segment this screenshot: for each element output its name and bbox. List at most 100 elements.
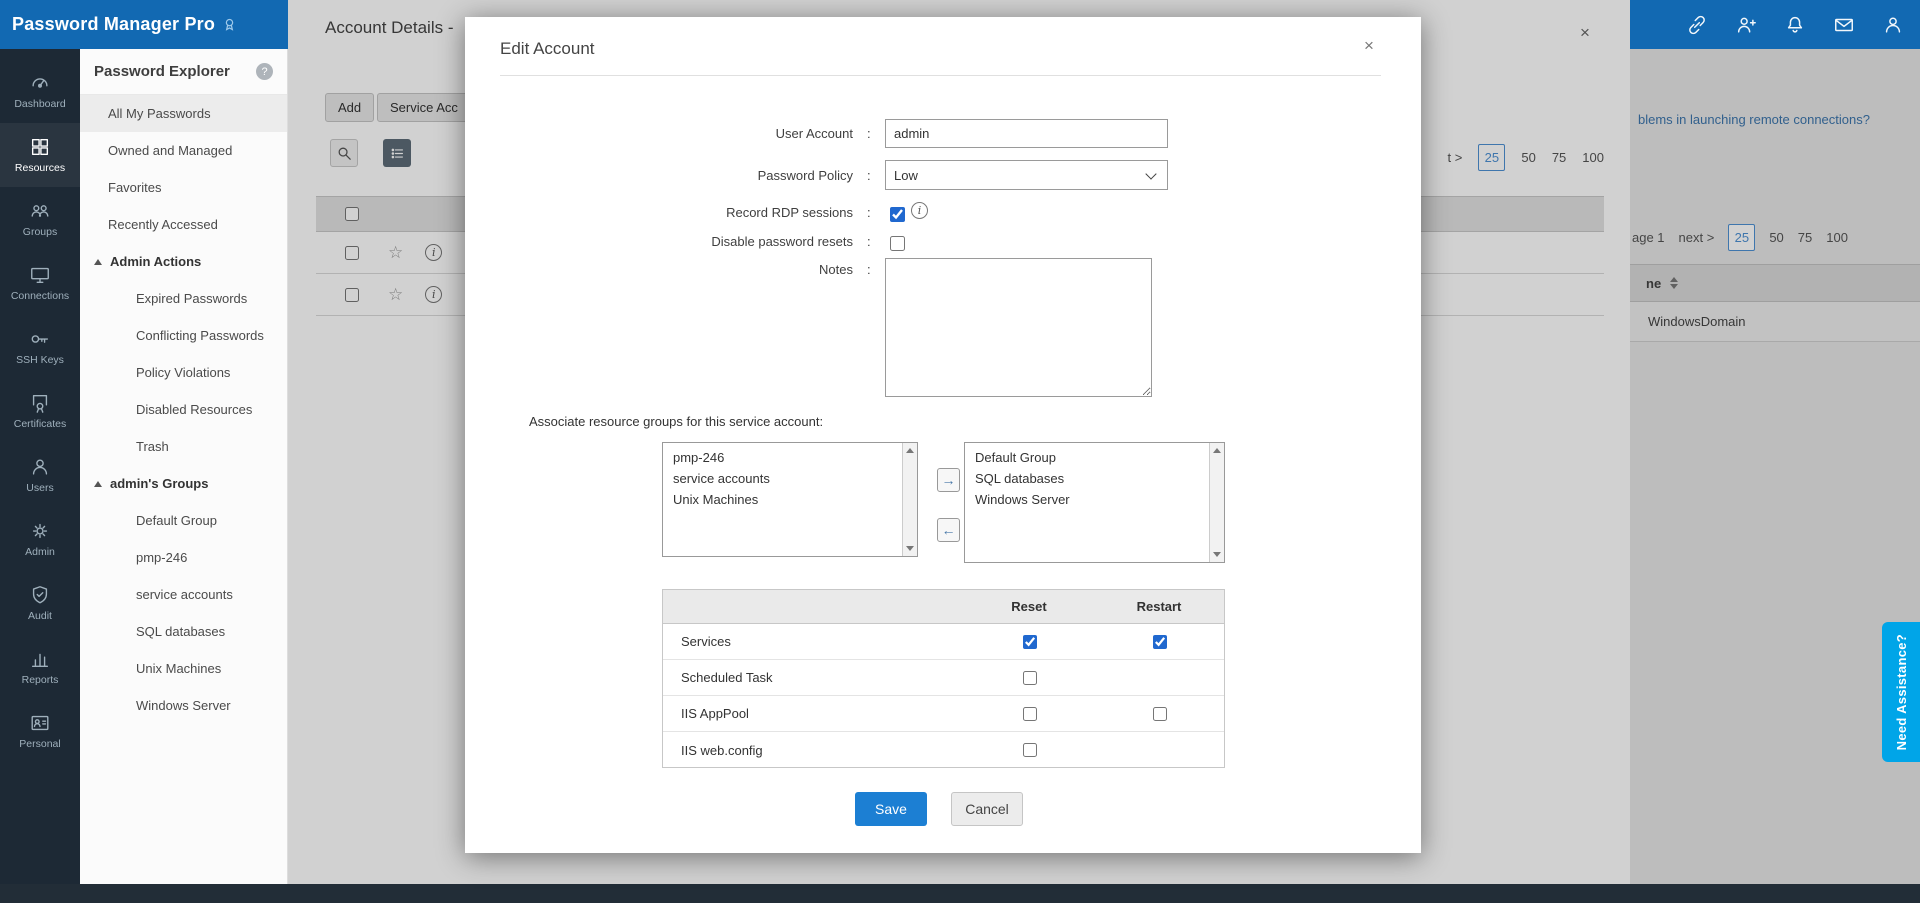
explorer-item-recently-accessed[interactable]: Recently Accessed — [80, 206, 287, 243]
available-groups-listbox[interactable]: pmp-246 service accounts Unix Machines — [662, 442, 918, 557]
favorite-star-icon[interactable]: ☆ — [388, 244, 403, 261]
help-icon[interactable]: ? — [256, 63, 273, 80]
iis-webconfig-reset-checkbox[interactable] — [1022, 743, 1037, 757]
page-size-25[interactable]: 25 — [1478, 143, 1506, 171]
close-icon[interactable]: × — [1358, 35, 1380, 57]
footer-bar — [0, 884, 1920, 903]
add-user-icon[interactable] — [1735, 14, 1757, 36]
explorer-item-unix-machines[interactable]: Unix Machines — [80, 650, 287, 687]
sidebar-item-dashboard[interactable]: Dashboard — [0, 59, 80, 123]
info-icon[interactable]: i — [425, 286, 443, 303]
restart-column-header: Restart — [1136, 599, 1182, 614]
iis-apppool-reset-checkbox[interactable] — [1022, 706, 1037, 721]
add-button[interactable]: Add — [325, 93, 375, 122]
selected-groups-listbox[interactable]: Default Group SQL databases Windows Serv… — [964, 442, 1225, 563]
panel-pagination: t > 25 50 75 100 — [1448, 143, 1604, 171]
notes-textarea[interactable] — [885, 258, 1152, 397]
move-left-button[interactable]: ← — [937, 518, 960, 542]
select-all-checkbox[interactable] — [345, 207, 359, 221]
sidebar-item-ssh-keys[interactable]: SSH Keys — [0, 315, 80, 379]
record-rdp-checkbox[interactable] — [890, 207, 905, 222]
scroll-up-icon[interactable] — [906, 448, 914, 453]
sidebar-item-connections[interactable]: Connections — [0, 251, 80, 315]
page-size-100[interactable]: 100 — [1826, 230, 1848, 245]
page-size-50[interactable]: 50 — [1521, 150, 1535, 165]
explorer-item-owned-and-managed[interactable]: Owned and Managed — [80, 132, 287, 169]
cancel-button[interactable]: Cancel — [951, 792, 1023, 826]
scrollbar[interactable] — [1209, 443, 1224, 562]
topbar-icon-group — [1686, 0, 1904, 49]
sidebar-item-audit[interactable]: Audit — [0, 571, 80, 635]
favorite-star-icon[interactable]: ☆ — [388, 286, 403, 303]
info-icon[interactable]: i — [425, 244, 443, 261]
listbox-option[interactable]: pmp-246 — [663, 447, 901, 468]
explorer-item-sql-databases[interactable]: SQL databases — [80, 613, 287, 650]
next-link[interactable]: next > — [1679, 230, 1715, 245]
explorer-item-service-accounts[interactable]: service accounts — [80, 576, 287, 613]
row-checkbox[interactable] — [345, 245, 359, 260]
explorer-item-favorites[interactable]: Favorites — [80, 169, 287, 206]
background-page-strip: blems in launching remote connections? a… — [1630, 49, 1920, 884]
explorer-item-conflicting-passwords[interactable]: Conflicting Passwords — [80, 317, 287, 354]
password-policy-select[interactable]: Low — [886, 161, 1167, 189]
page-size-75[interactable]: 75 — [1798, 230, 1812, 245]
sidebar-item-certificates[interactable]: Certificates — [0, 379, 80, 443]
list-view-button[interactable] — [383, 139, 411, 167]
mail-icon[interactable] — [1833, 14, 1855, 36]
sort-arrows-icon[interactable] — [1670, 277, 1679, 289]
scrollbar[interactable] — [902, 443, 917, 556]
collapse-caret-icon — [94, 258, 102, 265]
page-size-25[interactable]: 25 — [1728, 224, 1756, 251]
scheduled-task-reset-checkbox[interactable] — [1022, 670, 1037, 685]
listbox-option[interactable]: Windows Server — [965, 489, 1208, 510]
explorer-item-windows-server[interactable]: Windows Server — [80, 687, 287, 724]
explorer-item-disabled-resources[interactable]: Disabled Resources — [80, 391, 287, 428]
listbox-option[interactable]: Unix Machines — [663, 489, 901, 510]
sidebar-item-reports[interactable]: Reports — [0, 635, 80, 699]
explorer-item-policy-violations[interactable]: Policy Violations — [80, 354, 287, 391]
explorer-item-trash[interactable]: Trash — [80, 428, 287, 465]
services-reset-checkbox[interactable] — [1022, 634, 1037, 649]
page-size-50[interactable]: 50 — [1769, 230, 1783, 245]
password-policy-select-wrap: Low — [885, 160, 1168, 190]
explorer-group-admins-groups[interactable]: admin's Groups — [80, 465, 287, 502]
sidebar-item-resources[interactable]: Resources — [0, 123, 80, 187]
bell-icon[interactable] — [1784, 14, 1806, 36]
explorer-item-expired-passwords[interactable]: Expired Passwords — [80, 280, 287, 317]
personal-card-icon — [31, 715, 49, 731]
main-sidebar: Dashboard Resources Groups Connections S… — [0, 49, 80, 903]
remote-connections-help-link[interactable]: blems in launching remote connections? — [1638, 112, 1870, 127]
explorer-item-pmp-246[interactable]: pmp-246 — [80, 539, 287, 576]
save-button[interactable]: Save — [855, 792, 927, 826]
need-assistance-tab[interactable]: Need Assistance? — [1882, 622, 1920, 762]
sidebar-item-admin[interactable]: Admin — [0, 507, 80, 571]
scroll-down-icon[interactable] — [1213, 552, 1221, 557]
info-icon[interactable]: i — [911, 202, 928, 219]
row-checkbox[interactable] — [345, 287, 359, 302]
search-button[interactable] — [330, 139, 358, 167]
explorer-item-all-my-passwords[interactable]: All My Passwords — [80, 95, 287, 132]
explorer-group-admin-actions[interactable]: Admin Actions — [80, 243, 287, 280]
page-size-100[interactable]: 100 — [1582, 150, 1604, 165]
explorer-item-default-group[interactable]: Default Group — [80, 502, 287, 539]
listbox-option[interactable]: Default Group — [965, 447, 1208, 468]
scroll-up-icon[interactable] — [1213, 448, 1221, 453]
disable-resets-checkbox[interactable] — [890, 236, 905, 251]
user-icon[interactable] — [1882, 14, 1904, 36]
listbox-option[interactable]: service accounts — [663, 468, 901, 489]
sidebar-item-groups[interactable]: Groups — [0, 187, 80, 251]
sidebar-item-users[interactable]: Users — [0, 443, 80, 507]
iis-apppool-restart-checkbox[interactable] — [1152, 706, 1167, 721]
link-icon[interactable] — [1686, 14, 1708, 36]
background-column-header[interactable]: ne — [1630, 264, 1920, 302]
scroll-down-icon[interactable] — [906, 546, 914, 551]
user-account-field[interactable] — [885, 119, 1168, 148]
move-right-button[interactable]: → — [937, 468, 960, 492]
next-link[interactable]: t > — [1448, 150, 1463, 165]
close-icon[interactable]: × — [1574, 22, 1596, 44]
page-size-75[interactable]: 75 — [1552, 150, 1566, 165]
services-restart-checkbox[interactable] — [1152, 634, 1167, 649]
listbox-option[interactable]: SQL databases — [965, 468, 1208, 489]
sidebar-item-personal[interactable]: Personal — [0, 699, 80, 763]
bar-chart-icon — [31, 653, 49, 668]
